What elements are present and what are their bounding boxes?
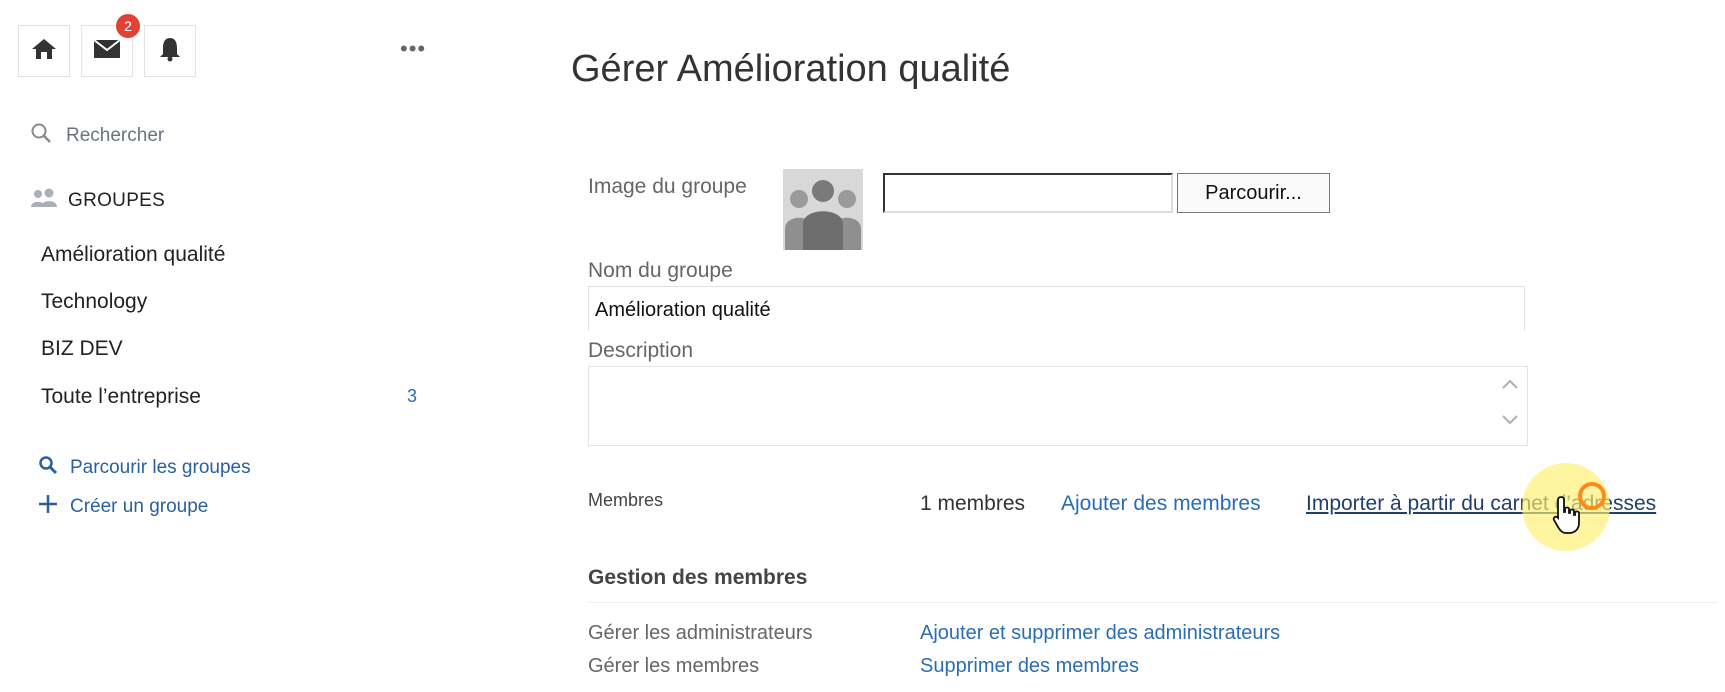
page-title: Gérer Amélioration qualité <box>571 48 1011 90</box>
notifications-button[interactable] <box>144 25 196 77</box>
more-options-icon[interactable]: ••• <box>400 36 426 62</box>
home-icon <box>31 37 57 66</box>
scroll-down-icon[interactable] <box>1501 413 1519 431</box>
file-path-input[interactable] <box>883 173 1173 213</box>
groups-title: GROUPES <box>68 189 166 211</box>
browse-groups-link[interactable]: Parcourir les groupes <box>38 455 251 481</box>
bell-icon <box>158 36 182 67</box>
group-name-input[interactable]: Amélioration qualité <box>588 286 1525 331</box>
search-icon <box>30 122 52 149</box>
sidebar-group-item[interactable]: Amélioration qualité <box>41 243 225 267</box>
mail-button[interactable]: 2 <box>81 14 140 77</box>
manage-admins-link[interactable]: Ajouter et supprimer des administrateurs <box>920 622 1280 645</box>
home-button[interactable] <box>18 25 70 77</box>
search-placeholder: Rechercher <box>66 124 165 146</box>
group-avatar-icon <box>783 169 863 250</box>
mail-icon <box>93 38 121 64</box>
sidebar-group-item[interactable]: Toute l’entreprise <box>41 385 201 409</box>
members-count: 1 membres <box>920 492 1026 515</box>
groups-header: GROUPES <box>30 188 165 213</box>
manage-members-link[interactable]: Supprimer des membres <box>920 655 1139 678</box>
browse-groups-label: Parcourir les groupes <box>70 457 251 478</box>
group-count-badge: 3 <box>407 386 418 406</box>
scroll-up-icon[interactable] <box>1501 377 1519 395</box>
manage-admins-label: Gérer les administrateurs <box>588 622 813 644</box>
manage-members-label: Gérer les membres <box>588 655 760 677</box>
member-management-title: Gestion des membres <box>588 566 808 589</box>
browse-button[interactable]: Parcourir... <box>1177 173 1330 213</box>
create-group-link[interactable]: Créer un groupe <box>38 494 208 520</box>
section-divider <box>588 602 1718 603</box>
hand-cursor-icon <box>1552 495 1582 540</box>
create-group-label: Créer un groupe <box>70 496 209 517</box>
sidebar-search[interactable]: Rechercher <box>30 122 164 149</box>
description-textarea[interactable] <box>588 366 1528 446</box>
members-label: Membres <box>588 490 664 510</box>
add-members-link[interactable]: Ajouter des membres <box>1061 492 1261 516</box>
click-indicator <box>1578 482 1606 510</box>
sidebar-group-item[interactable]: Technology <box>41 290 147 314</box>
group-avatar <box>783 169 863 250</box>
search-icon <box>38 455 58 481</box>
plus-icon <box>38 494 58 520</box>
name-label: Nom du groupe <box>588 259 733 282</box>
mail-badge: 2 <box>116 14 140 38</box>
image-label: Image du groupe <box>588 175 747 198</box>
groups-icon <box>30 188 58 213</box>
sidebar-group-item[interactable]: BIZ DEV <box>41 337 123 361</box>
description-label: Description <box>588 339 694 362</box>
